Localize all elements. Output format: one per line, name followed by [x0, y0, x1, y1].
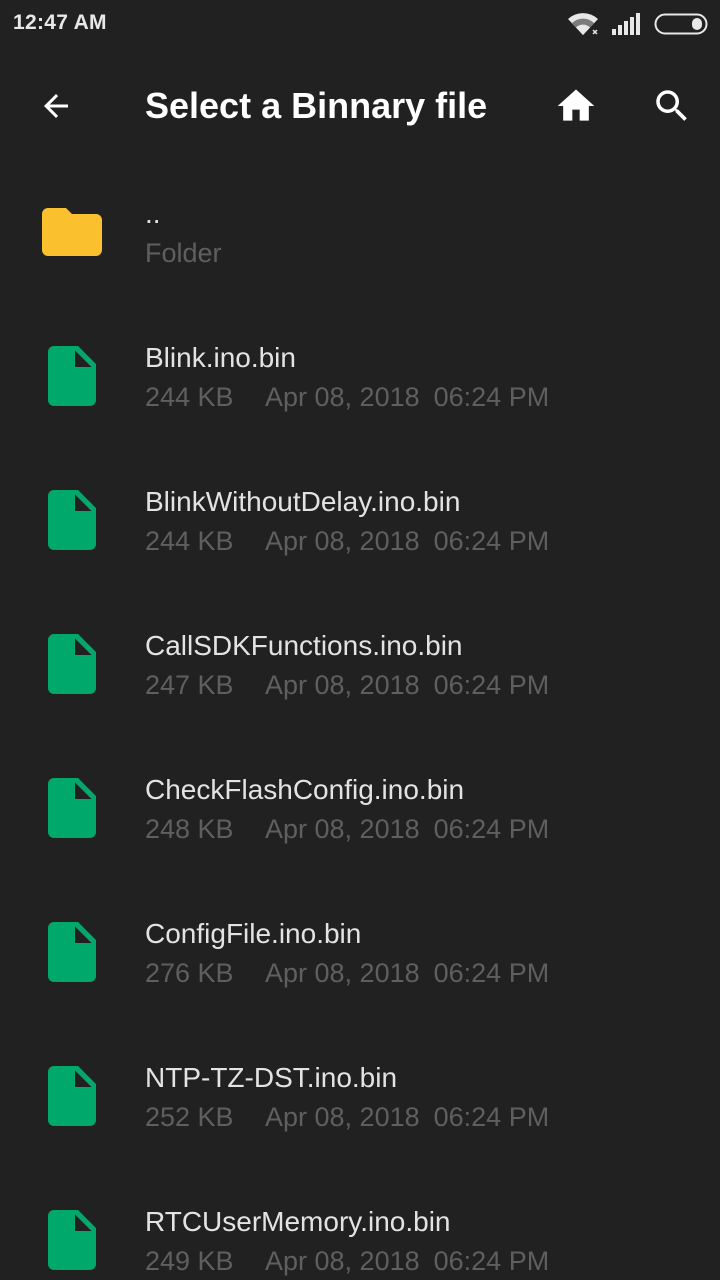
item-time: 06:24 PM: [433, 670, 550, 700]
search-icon: [656, 90, 687, 121]
item-meta: 249 KB Apr 08, 2018 06:24 PM: [145, 1246, 549, 1277]
item-size: 247 KB: [145, 670, 234, 700]
item-time: 06:24 PM: [433, 1102, 550, 1132]
item-date: Apr 08, 2018: [265, 670, 420, 700]
back-button[interactable]: [28, 78, 84, 134]
item-name: Blink.ino.bin: [145, 342, 296, 373]
item-time: 06:24 PM: [433, 958, 550, 988]
list-item[interactable]: CheckFlashConfig.ino.bin 248 KB Apr 08, 2…: [0, 744, 720, 888]
item-meta: 276 KB Apr 08, 2018 06:24 PM: [145, 958, 549, 989]
item-date: Apr 08, 2018: [265, 958, 420, 988]
app-bar: Select a Binnary file: [0, 58, 720, 154]
search-button[interactable]: [644, 78, 700, 134]
item-date: Apr 08, 2018: [265, 1102, 420, 1132]
item-time: 06:24 PM: [433, 814, 550, 844]
list-item[interactable]: ConfigFile.ino.bin 276 KB Apr 08, 2018 06:…: [0, 888, 720, 1032]
item-size: 248 KB: [145, 814, 234, 844]
battery-icon: [654, 13, 708, 35]
item-time: 06:24 PM: [433, 526, 550, 556]
item-date: Apr 08, 2018: [265, 382, 420, 412]
item-size: 244 KB: [145, 526, 234, 556]
status-icons: [566, 10, 708, 38]
file-list: .. Folder Blink.ino.bin 244 KB Apr 08, 20…: [0, 168, 720, 1280]
status-bar: 12:47 AM: [0, 0, 720, 50]
item-meta: 244 KB Apr 08, 2018 06:24 PM: [145, 526, 549, 557]
file-icon: [36, 340, 108, 412]
list-item-parent-folder[interactable]: .. Folder: [0, 168, 720, 312]
list-item[interactable]: Blink.ino.bin 244 KB Apr 08, 2018 06:24 PM: [0, 312, 720, 456]
item-time: 06:24 PM: [433, 382, 550, 412]
item-meta: 252 KB Apr 08, 2018 06:24 PM: [145, 1102, 549, 1133]
item-subtitle: Folder: [145, 238, 222, 268]
item-meta: 247 KB Apr 08, 2018 06:24 PM: [145, 670, 549, 701]
item-name: NTP-TZ-DST.ino.bin: [145, 1062, 398, 1093]
item-size: 244 KB: [145, 382, 234, 412]
folder-icon: [36, 196, 108, 268]
list-item[interactable]: CallSDKFunctions.ino.bin 247 KB Apr 08, 2…: [0, 600, 720, 744]
file-icon: [36, 1204, 108, 1276]
item-date: Apr 08, 2018: [265, 1246, 420, 1276]
file-icon: [36, 916, 108, 988]
item-meta: 248 KB Apr 08, 2018 06:24 PM: [145, 814, 549, 845]
status-time: 12:47 AM: [13, 11, 107, 34]
signal-icon: [612, 13, 640, 35]
list-item[interactable]: NTP-TZ-DST.ino.bin 252 KB Apr 08, 2018 06:…: [0, 1032, 720, 1176]
wifi-icon: [568, 13, 599, 36]
item-size: 276 KB: [145, 958, 234, 988]
item-name: ..: [145, 198, 161, 229]
item-name: RTCUserMemory.ino.bin: [145, 1206, 451, 1237]
item-date: Apr 08, 2018: [265, 814, 420, 844]
item-size: 249 KB: [145, 1246, 234, 1276]
item-time: 06:24 PM: [433, 1246, 550, 1276]
home-button[interactable]: [548, 78, 604, 134]
item-name: BlinkWithoutDelay.ino.bin: [145, 486, 461, 517]
file-icon: [36, 628, 108, 700]
home-icon: [557, 89, 595, 121]
item-size: 252 KB: [145, 1102, 234, 1132]
file-icon: [36, 484, 108, 556]
list-item[interactable]: RTCUserMemory.ino.bin 249 KB Apr 08, 2018…: [0, 1176, 720, 1280]
item-name: ConfigFile.ino.bin: [145, 918, 362, 949]
page-title: Select a Binnary file: [145, 85, 488, 126]
item-name: CheckFlashConfig.ino.bin: [145, 774, 465, 805]
file-icon: [36, 1060, 108, 1132]
file-picker-screen: 12:47 AM Select a Binnary file .. Folder…: [0, 0, 720, 1280]
file-icon: [36, 772, 108, 844]
list-item[interactable]: BlinkWithoutDelay.ino.bin 244 KB Apr 08, …: [0, 456, 720, 600]
item-name: CallSDKFunctions.ino.bin: [145, 630, 463, 661]
item-date: Apr 08, 2018: [265, 526, 420, 556]
arrow-back-icon: [44, 94, 68, 118]
item-meta: 244 KB Apr 08, 2018 06:24 PM: [145, 382, 549, 413]
